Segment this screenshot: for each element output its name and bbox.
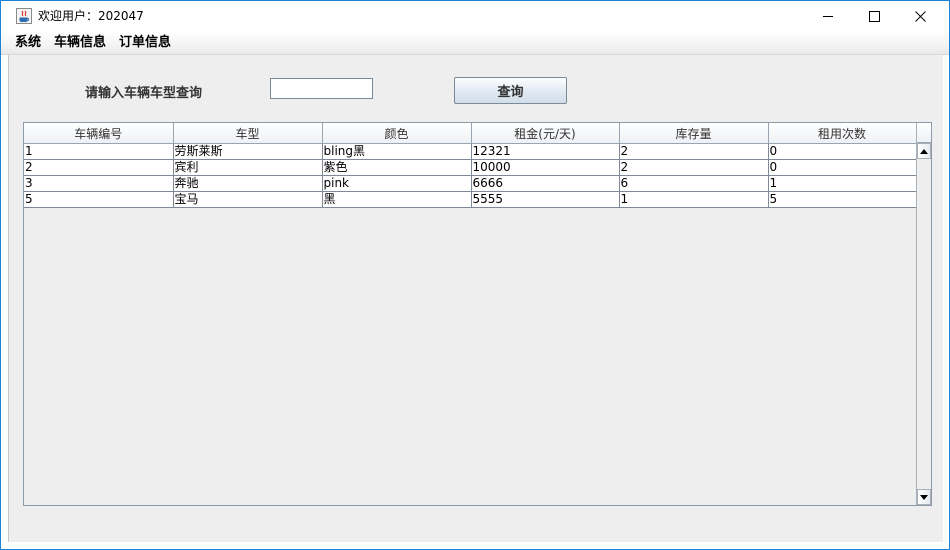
- vertical-scrollbar[interactable]: [916, 123, 931, 505]
- menu-vehicle-info[interactable]: 车辆信息: [52, 35, 108, 51]
- minimize-icon: [823, 15, 833, 17]
- maximize-icon: [868, 10, 880, 22]
- table-cell[interactable]: pink: [322, 175, 472, 192]
- menu-system[interactable]: 系统: [13, 35, 43, 51]
- arrow-down-icon: [920, 494, 928, 500]
- menu-order-info[interactable]: 订单信息: [117, 35, 173, 51]
- scroll-up-button[interactable]: [917, 143, 931, 159]
- table-cell[interactable]: 0: [768, 159, 917, 176]
- table-cell[interactable]: 宾利: [173, 159, 323, 176]
- column-header-id[interactable]: 车辆编号: [24, 123, 174, 144]
- table-row[interactable]: 1 劳斯莱斯 bling黑 12321 2 0: [24, 143, 917, 160]
- window-title: 欢迎用户：202047: [38, 9, 144, 23]
- table-cell[interactable]: 5555: [471, 191, 620, 208]
- table-row[interactable]: 2 宾利 紫色 10000 2 0: [24, 159, 917, 176]
- table-cell[interactable]: 12321: [471, 143, 620, 160]
- main-window: 欢迎用户：202047 系统 车辆信息 订单信息 请输入车辆车型查询 查询 车辆…: [0, 0, 950, 550]
- column-header-model[interactable]: 车型: [173, 123, 323, 144]
- minimize-button[interactable]: [805, 1, 851, 31]
- table-cell[interactable]: 1: [619, 191, 769, 208]
- maximize-button[interactable]: [851, 1, 897, 31]
- menu-bar: 系统 车辆信息 订单信息: [1, 31, 949, 55]
- table-cell[interactable]: 10000: [471, 159, 620, 176]
- table-cell[interactable]: 5: [768, 191, 917, 208]
- close-icon: [914, 10, 926, 22]
- table-cell[interactable]: 6: [619, 175, 769, 192]
- table-cell[interactable]: 0: [768, 143, 917, 160]
- table-cell[interactable]: 紫色: [322, 159, 472, 176]
- search-button[interactable]: 查询: [454, 77, 567, 104]
- table-cell[interactable]: 1: [768, 175, 917, 192]
- table-row[interactable]: 5 宝马 黑 5555 1 5: [24, 191, 917, 208]
- title-bar[interactable]: 欢迎用户：202047: [1, 1, 949, 31]
- table-cell[interactable]: 劳斯莱斯: [173, 143, 323, 160]
- column-header-stock[interactable]: 库存量: [619, 123, 769, 144]
- table-cell[interactable]: 宝马: [173, 191, 323, 208]
- table-cell[interactable]: 3: [24, 175, 174, 192]
- vehicle-table-scrollpane: 车辆编号 车型 颜色 租金(元/天) 库存量 租用次数 1 劳斯莱斯 bling…: [23, 122, 932, 506]
- table-cell[interactable]: 2: [24, 159, 174, 176]
- search-label: 请输入车辆车型查询: [85, 86, 203, 101]
- table-cell[interactable]: 奔驰: [173, 175, 323, 192]
- table-row[interactable]: 3 奔驰 pink 6666 6 1: [24, 175, 917, 192]
- table-cell[interactable]: 2: [619, 159, 769, 176]
- table-cell[interactable]: 2: [619, 143, 769, 160]
- table-cell[interactable]: 5: [24, 191, 174, 208]
- arrow-up-icon: [920, 148, 928, 154]
- table-cell[interactable]: bling黑: [322, 143, 472, 160]
- column-header-color[interactable]: 颜色: [322, 123, 472, 144]
- close-button[interactable]: [897, 1, 943, 31]
- java-icon: [16, 8, 32, 24]
- column-header-rent-count[interactable]: 租用次数: [768, 123, 917, 144]
- scroll-down-button[interactable]: [917, 489, 931, 505]
- table-cell[interactable]: 1: [24, 143, 174, 160]
- table-header-row: 车辆编号 车型 颜色 租金(元/天) 库存量 租用次数: [24, 123, 917, 144]
- search-input[interactable]: [270, 78, 373, 99]
- vehicle-table: 车辆编号 车型 颜色 租金(元/天) 库存量 租用次数 1 劳斯莱斯 bling…: [24, 123, 917, 208]
- table-cell[interactable]: 6666: [471, 175, 620, 192]
- content-panel: 请输入车辆车型查询 查询 车辆编号 车型 颜色 租金(元/天) 库存量 租用次数: [8, 55, 943, 542]
- table-cell[interactable]: 黑: [322, 191, 472, 208]
- scrollbar-header-corner: [917, 123, 931, 143]
- column-header-rent[interactable]: 租金(元/天): [471, 123, 620, 144]
